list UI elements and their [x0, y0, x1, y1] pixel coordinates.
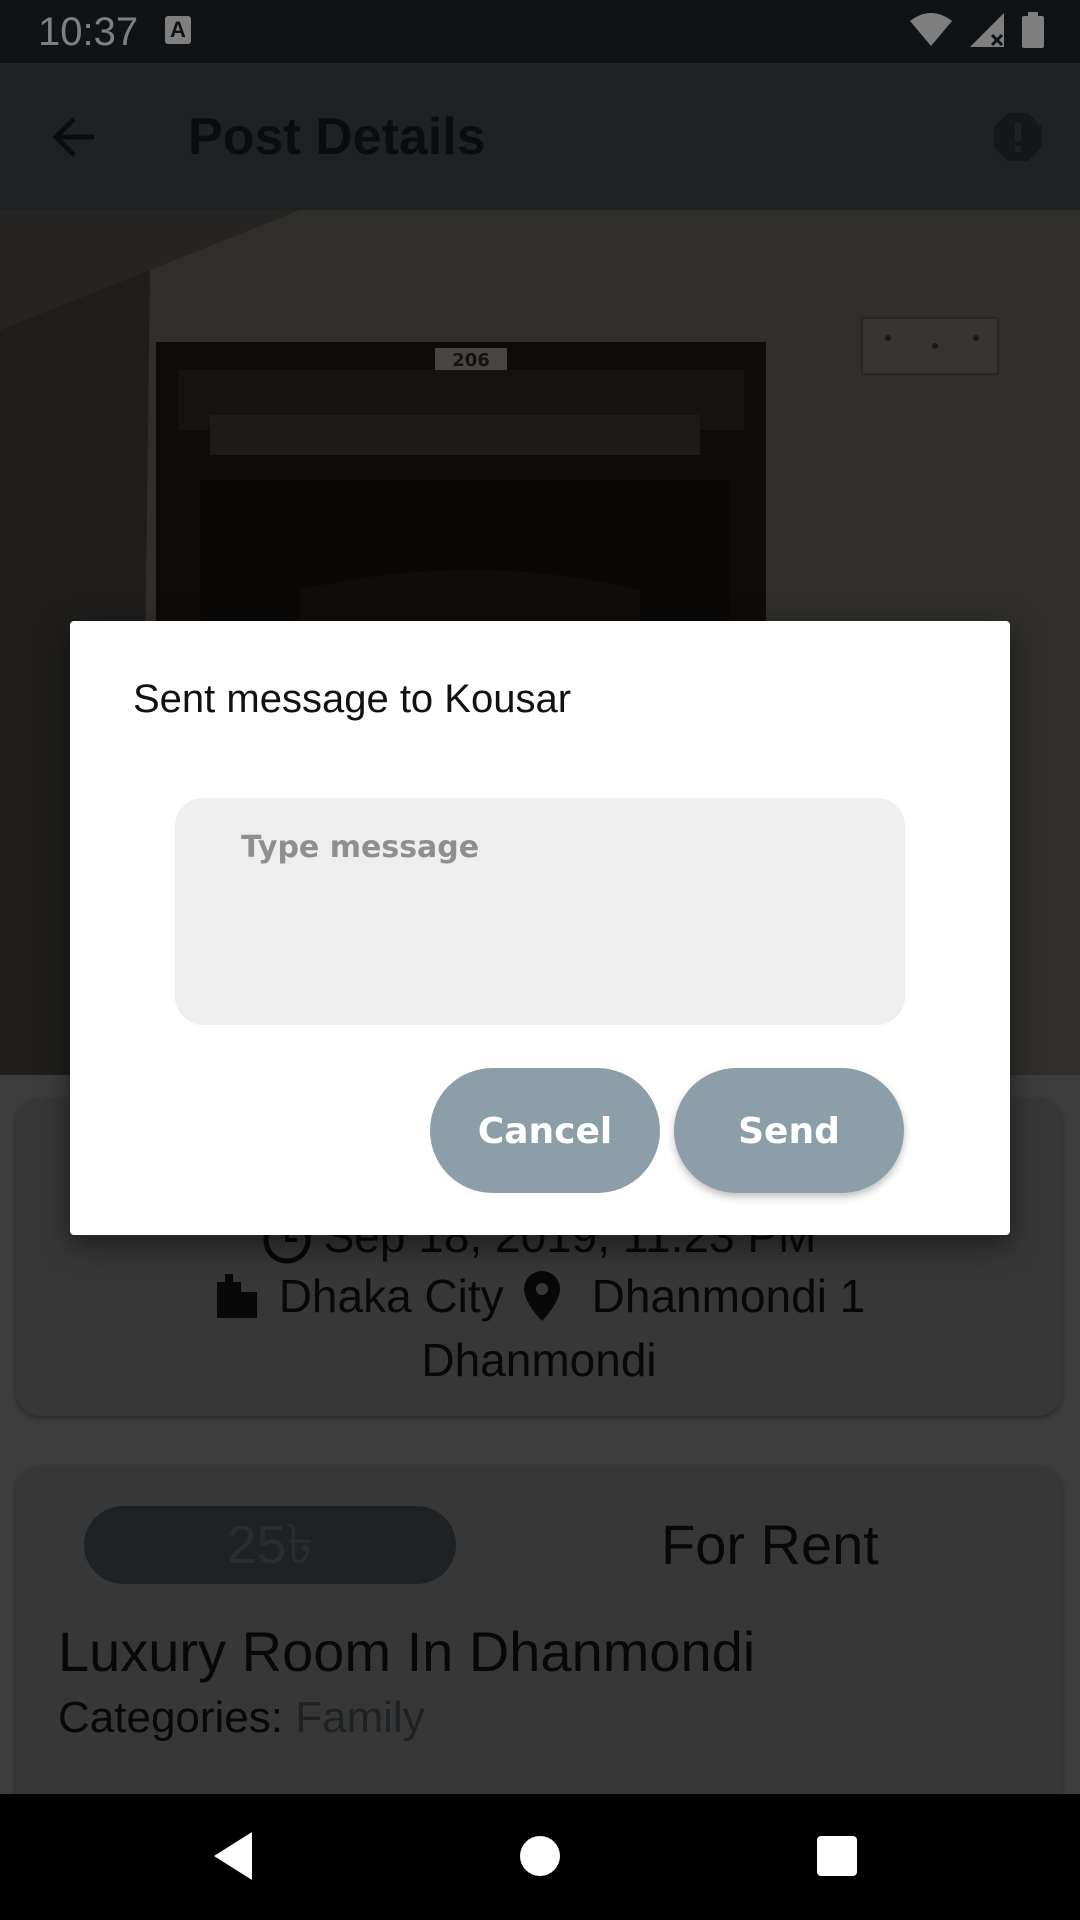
dialog-title: Sent message to Kousar [133, 677, 572, 721]
navigation-bar [0, 1794, 1080, 1920]
send-button[interactable]: Send [674, 1068, 904, 1193]
nav-home-icon[interactable] [520, 1836, 560, 1876]
nav-back-icon[interactable] [214, 1832, 254, 1880]
cancel-button[interactable]: Cancel [430, 1068, 660, 1193]
message-dialog: Sent message to Kousar Cancel Send [70, 621, 1010, 1235]
message-input[interactable] [175, 798, 905, 1025]
screen: 10:37 A Post Details [0, 0, 1080, 1920]
nav-recents-icon[interactable] [817, 1836, 857, 1876]
